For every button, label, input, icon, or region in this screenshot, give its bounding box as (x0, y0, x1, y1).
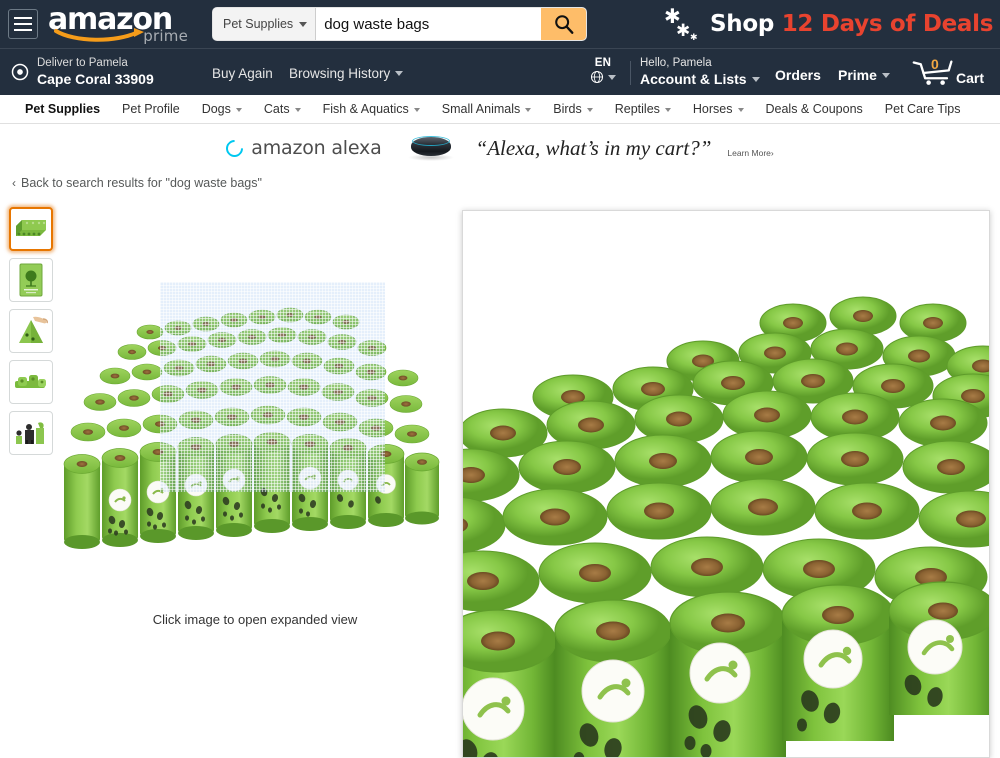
browsing-history-menu[interactable]: Browsing History (289, 66, 404, 81)
chevron-down-icon (294, 108, 301, 112)
chevron-down-icon (299, 21, 308, 27)
orders-link[interactable]: Orders (775, 67, 821, 83)
subnav-item-pet-supplies[interactable]: Pet Supplies (14, 102, 111, 116)
main-product-image[interactable] (60, 207, 450, 637)
chevron-down-icon (881, 72, 890, 78)
back-to-search-results-link[interactable]: ‹ Back to search results for "dog waste … (12, 176, 262, 190)
thumb-rolls-stack[interactable] (9, 207, 53, 251)
chevron-down-icon (751, 76, 760, 82)
deals-banner[interactable]: ✱ ✱ ✱ Shop 12 Days of Deals (660, 4, 993, 44)
chevron-down-icon (525, 108, 532, 112)
product-image-rolls-grid (63, 307, 440, 549)
alexa-logo-icon (222, 135, 247, 161)
echo-dot-icon (407, 135, 454, 161)
prime-menu[interactable]: Prime (838, 67, 890, 83)
subnav-label: Birds (553, 102, 582, 116)
thumb-package-front[interactable] (9, 258, 53, 302)
subnav-item-pet-care-tips[interactable]: Pet Care Tips (874, 102, 972, 116)
subnav-item-horses[interactable]: Horses (682, 102, 755, 116)
alexa-brand-label: amazon alexa (251, 137, 382, 159)
secondary-header: Deliver to Pamela Cape Coral 33909 Buy A… (0, 48, 1000, 95)
delivery-location-selector[interactable]: Deliver to Pamela Cape Coral 33909 (10, 57, 154, 87)
chevron-down-icon (413, 108, 420, 112)
subnav-label: Horses (692, 102, 733, 116)
chevron-down-icon (737, 108, 744, 112)
prime-menu-label: Prime (838, 67, 877, 83)
language-selector[interactable]: EN (590, 57, 616, 84)
subnav-item-cats[interactable]: Cats (253, 102, 312, 116)
subnav-item-pet-profile[interactable]: Pet Profile (111, 102, 191, 116)
cart-label: Cart (956, 70, 985, 86)
breadcrumb-text: Back to search results for "dog waste ba… (21, 176, 262, 190)
subnav-label: Pet Care Tips (884, 102, 961, 116)
account-lists-label: Account & Lists (640, 70, 747, 87)
zoomed-product-image (463, 211, 989, 757)
deliver-to-label: Deliver to Pamela (37, 57, 128, 70)
buy-again-link[interactable]: Buy Again (212, 66, 273, 81)
subnav-label: Fish & Aquatics (322, 102, 409, 116)
deliver-to-city: Cape Coral 33909 (37, 70, 154, 87)
chevron-down-icon (608, 74, 616, 80)
chevron-down-icon (235, 108, 242, 112)
search-bar: Pet Supplies (212, 7, 587, 41)
chevron-down-icon (664, 108, 671, 112)
subnav-label: Reptiles (614, 102, 660, 116)
subnav-item-deals-coupons[interactable]: Deals & Coupons (755, 102, 874, 116)
expanded-view-caption: Click image to open expanded view (152, 612, 358, 627)
search-input[interactable] (316, 8, 541, 40)
alexa-promo-banner[interactable]: amazon alexa “Alexa, what’s in my cart?”… (0, 124, 1000, 172)
account-greeting: Hello, Pamela (640, 57, 712, 69)
main-header: amazon prime Pet Supplies dog waste bags… (0, 0, 1000, 48)
learn-more-link[interactable]: Learn More› (727, 148, 773, 158)
deals-prefix: Shop (710, 11, 782, 37)
browsing-history-label: Browsing History (289, 66, 391, 81)
sparkle-icon: ✱ ✱ ✱ (664, 6, 698, 42)
subnav-label: Small Animals (441, 102, 521, 116)
location-pin-icon (11, 63, 29, 81)
image-thumbnail-rail (9, 207, 53, 462)
language-code: EN (594, 57, 612, 69)
category-subnav: Pet Supplies Pet Profile Dogs Cats Fish … (0, 95, 1000, 124)
account-and-lists-menu[interactable]: Hello, Pamela Account & Lists (640, 57, 760, 88)
thumb-rolls-row[interactable] (9, 360, 53, 404)
search-button[interactable] (541, 8, 586, 40)
package-front-icon (19, 263, 43, 297)
deals-banner-text: Shop 12 Days of Deals (710, 11, 993, 37)
chevron-left-icon: ‹ (12, 176, 16, 190)
subnav-item-birds[interactable]: Birds (542, 102, 603, 116)
alexa-quote-text: “Alexa, what’s in my cart?” (475, 135, 712, 160)
subnav-item-reptiles[interactable]: Reptiles (604, 102, 682, 116)
image-zoom-panel (462, 210, 990, 758)
subnav-label: Cats (263, 102, 290, 116)
subnav-label: Dogs (201, 102, 231, 116)
dog-lifestyle-icon (16, 422, 44, 444)
hamburger-menu-icon[interactable] (8, 9, 38, 39)
amazon-logo[interactable]: amazon prime (48, 3, 188, 46)
search-icon (554, 15, 573, 34)
rolls-row-icon (15, 375, 46, 388)
rolls-stack-icon (16, 220, 46, 236)
globe-icon (590, 70, 604, 84)
subnav-label: Pet Profile (122, 102, 180, 116)
product-page: amazon prime Pet Supplies dog waste bags… (0, 0, 1000, 758)
subnav-label: Pet Supplies (25, 102, 101, 116)
hand-holding-bag-icon (19, 316, 48, 343)
chevron-down-icon (586, 108, 593, 112)
subnav-item-dogs[interactable]: Dogs (191, 102, 253, 116)
header-divider (630, 61, 631, 85)
deals-highlight: 12 Days of Deals (781, 11, 994, 37)
prime-label: prime (143, 27, 188, 45)
thumb-hand-holding-bag[interactable] (9, 309, 53, 353)
subnav-item-fish-aquatics[interactable]: Fish & Aquatics (312, 102, 431, 116)
thumb-dog-lifestyle[interactable] (9, 411, 53, 455)
subnav-label: Deals & Coupons (765, 102, 863, 116)
chevron-down-icon (395, 71, 404, 76)
search-category-dropdown[interactable]: Pet Supplies (213, 8, 317, 40)
cart-button[interactable]: 0 Cart (912, 56, 985, 87)
subnav-item-small-animals[interactable]: Small Animals (431, 102, 543, 116)
search-category-label: Pet Supplies (223, 17, 294, 31)
cart-count-badge: 0 (931, 56, 939, 72)
